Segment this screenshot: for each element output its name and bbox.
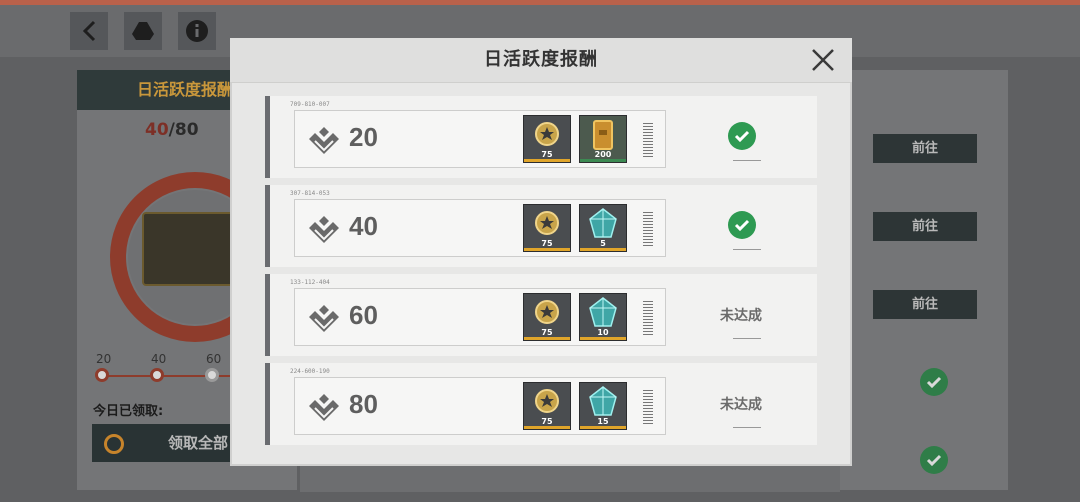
activity-score-max: /80	[168, 120, 199, 140]
milestone-dot	[95, 368, 109, 382]
modal-header: 日活跃度报酬	[230, 38, 852, 83]
milestone-label: 40	[151, 352, 167, 366]
status-underline	[733, 338, 761, 339]
row-code: 133-112-404	[290, 279, 330, 286]
status-underline	[733, 160, 761, 161]
reward-item[interactable]: 75	[523, 382, 571, 430]
reward-qty: 15	[597, 417, 609, 426]
drive-button[interactable]	[124, 12, 162, 50]
milestone-label: 60	[206, 352, 222, 366]
reward-row: 307-814-053 40 75 5	[265, 185, 817, 267]
go-button[interactable]: 前往	[873, 212, 977, 241]
reward-stripe	[580, 159, 626, 162]
reward-stripe	[580, 426, 626, 429]
back-button[interactable]	[70, 12, 108, 50]
milestone-label: 20	[96, 352, 112, 366]
claim-ring-icon	[104, 434, 124, 454]
status-label: 未达成	[720, 397, 762, 413]
completed-check-icon	[728, 211, 756, 239]
reward-stripe	[524, 159, 570, 162]
activity-chevron-icon	[309, 394, 339, 421]
reward-row-card: 20 75 200	[294, 110, 666, 168]
activity-score-current: 40	[145, 120, 169, 140]
status-label: 未达成	[720, 308, 762, 324]
reward-qty: 200	[594, 150, 612, 159]
activity-chevron-icon	[309, 216, 339, 243]
activity-chevron-icon	[309, 305, 339, 332]
barcode-decoration	[643, 390, 653, 424]
reward-row: 133-112-404 60 75 10 未达成	[265, 274, 817, 356]
row-code: 224-600-190	[290, 368, 330, 375]
claimed-today-label: 今日已领取:	[93, 404, 164, 419]
reward-row: 709-810-007 20 75 200	[265, 96, 817, 178]
reward-stripe	[580, 248, 626, 251]
status-underline	[733, 427, 761, 428]
reward-stripe	[524, 426, 570, 429]
reward-item[interactable]: 75	[523, 293, 571, 341]
close-button[interactable]	[808, 45, 838, 75]
check-icon	[920, 446, 948, 474]
reward-qty: 75	[541, 150, 553, 159]
activity-threshold: 80	[349, 389, 378, 419]
reward-item[interactable]: 75	[523, 204, 571, 252]
daily-activity-reward-modal: 日活跃度报酬 709-810-007 20 75 200 307-814-053…	[230, 38, 852, 466]
reward-stripe	[580, 337, 626, 340]
chest-icon	[142, 212, 238, 286]
reward-qty: 75	[541, 417, 553, 426]
activity-score: 40/80	[145, 120, 199, 140]
reward-qty: 75	[541, 239, 553, 248]
back-icon	[82, 20, 96, 42]
close-icon	[812, 49, 834, 71]
reward-qty: 75	[541, 328, 553, 337]
right-panel	[840, 70, 1008, 490]
reward-item[interactable]: 200	[579, 115, 627, 163]
row-code: 709-810-007	[290, 101, 330, 108]
reward-item[interactable]: 75	[523, 115, 571, 163]
reward-row-card: 80 75 15	[294, 377, 666, 435]
reward-stripe	[524, 248, 570, 251]
info-button[interactable]	[178, 12, 216, 50]
claim-all-label: 领取全部	[168, 434, 229, 452]
activity-threshold: 60	[349, 300, 378, 330]
barcode-decoration	[643, 212, 653, 246]
activity-threshold: 40	[349, 211, 378, 241]
barcode-decoration	[643, 123, 653, 157]
reward-row-card: 60 75 10	[294, 288, 666, 346]
reward-item[interactable]: 15	[579, 382, 627, 430]
activity-threshold: 20	[349, 122, 378, 152]
reward-qty: 10	[597, 328, 609, 337]
reward-item[interactable]: 10	[579, 293, 627, 341]
activity-chevron-icon	[309, 127, 339, 154]
row-code: 307-814-053	[290, 190, 330, 197]
status-underline	[733, 249, 761, 250]
go-button[interactable]: 前往	[873, 290, 977, 319]
go-button[interactable]: 前往	[873, 134, 977, 163]
modal-title: 日活跃度报酬	[484, 49, 598, 70]
check-icon	[920, 368, 948, 396]
reward-item[interactable]: 5	[579, 204, 627, 252]
barcode-decoration	[643, 301, 653, 335]
completed-check-icon	[728, 122, 756, 150]
reward-row-card: 40 75 5	[294, 199, 666, 257]
reward-stripe	[524, 337, 570, 340]
reward-qty: 5	[600, 239, 606, 248]
drive-icon	[132, 22, 154, 40]
info-icon	[186, 20, 208, 42]
reward-row: 224-600-190 80 75 15 未达成	[265, 363, 817, 445]
milestone-dot	[150, 368, 164, 382]
milestone-dot	[205, 368, 219, 382]
